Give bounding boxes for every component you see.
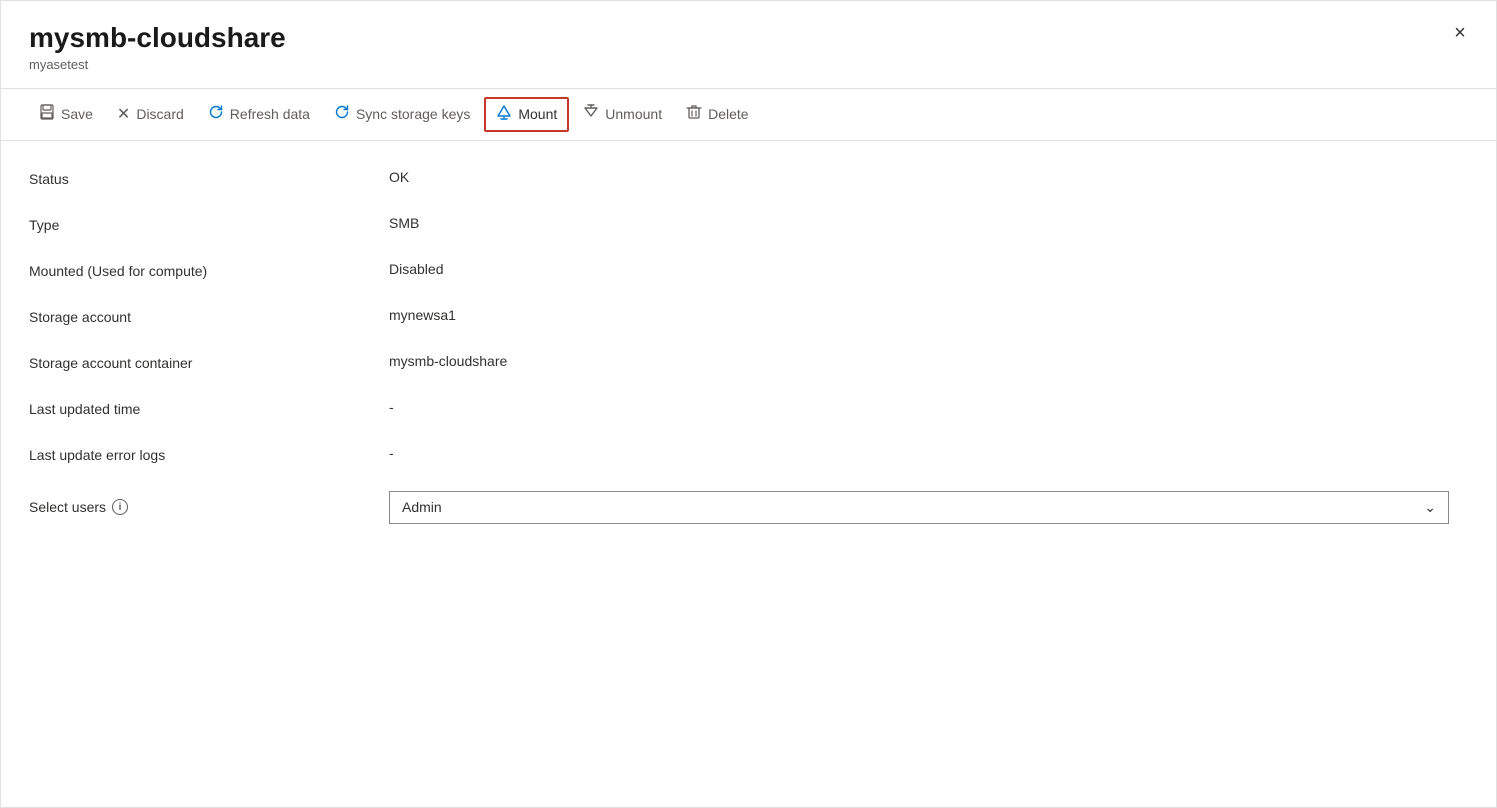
- field-label: Storage account: [29, 307, 389, 325]
- field-value: mynewsa1: [389, 307, 456, 323]
- field-row: TypeSMB: [29, 215, 1468, 233]
- field-label: Mounted (Used for compute): [29, 261, 389, 279]
- mount-icon: [496, 104, 512, 125]
- chevron-down-icon: ⌄: [1424, 499, 1436, 516]
- field-row: Mounted (Used for compute)Disabled: [29, 261, 1468, 279]
- page-subtitle: myasetest: [29, 57, 1468, 72]
- field-value: mysmb-cloudshare: [389, 353, 507, 369]
- refresh-button[interactable]: Refresh data: [198, 98, 320, 131]
- close-button[interactable]: ×: [1444, 17, 1476, 49]
- save-icon: [39, 104, 55, 125]
- field-row: Last updated time-: [29, 399, 1468, 417]
- toolbar: Save ✕ Discard Refresh data: [1, 88, 1496, 141]
- sync-label: Sync storage keys: [356, 106, 470, 122]
- discard-label: Discard: [136, 106, 183, 122]
- discard-button[interactable]: ✕ Discard: [107, 98, 194, 130]
- select-users-dropdown[interactable]: Admin ⌄: [389, 491, 1449, 524]
- discard-icon: ✕: [117, 104, 130, 124]
- field-label: Last updated time: [29, 399, 389, 417]
- field-value: Disabled: [389, 261, 443, 277]
- field-row: StatusOK: [29, 169, 1468, 187]
- sync-button[interactable]: Sync storage keys: [324, 98, 480, 131]
- select-users-value: Admin: [402, 499, 442, 515]
- field-label: Last update error logs: [29, 445, 389, 463]
- delete-label: Delete: [708, 106, 748, 122]
- panel-header: mysmb-cloudshare myasetest: [1, 1, 1496, 72]
- page-title: mysmb-cloudshare: [29, 21, 1468, 55]
- field-label: Type: [29, 215, 389, 233]
- mount-button[interactable]: Mount: [484, 97, 569, 132]
- content-area: StatusOK TypeSMB Mounted (Used for compute…: [1, 141, 1496, 572]
- field-value: -: [389, 445, 394, 461]
- close-icon: ×: [1454, 22, 1466, 45]
- field-value: OK: [389, 169, 409, 185]
- field-label: Storage account container: [29, 353, 389, 371]
- refresh-label: Refresh data: [230, 106, 310, 122]
- sync-icon: [334, 104, 350, 125]
- save-button[interactable]: Save: [29, 98, 103, 131]
- field-label: Status: [29, 169, 389, 187]
- select-users-label: Select users i: [29, 499, 389, 515]
- refresh-icon: [208, 104, 224, 125]
- delete-icon: [686, 104, 702, 125]
- select-users-row: Select users i Admin ⌄: [29, 491, 1468, 524]
- info-icon: i: [112, 499, 128, 515]
- unmount-label: Unmount: [605, 106, 662, 122]
- field-value: -: [389, 399, 394, 415]
- mount-label: Mount: [518, 106, 557, 122]
- fields-container: StatusOK TypeSMB Mounted (Used for compute…: [29, 169, 1468, 463]
- field-row: Last update error logs-: [29, 445, 1468, 463]
- field-value: SMB: [389, 215, 419, 231]
- field-row: Storage accountmynewsa1: [29, 307, 1468, 325]
- unmount-button[interactable]: Unmount: [573, 98, 672, 131]
- save-label: Save: [61, 106, 93, 122]
- unmount-icon: [583, 104, 599, 125]
- main-panel: × mysmb-cloudshare myasetest Save ✕ Disc…: [0, 0, 1497, 808]
- delete-button[interactable]: Delete: [676, 98, 758, 131]
- field-row: Storage account containermysmb-cloudshar…: [29, 353, 1468, 371]
